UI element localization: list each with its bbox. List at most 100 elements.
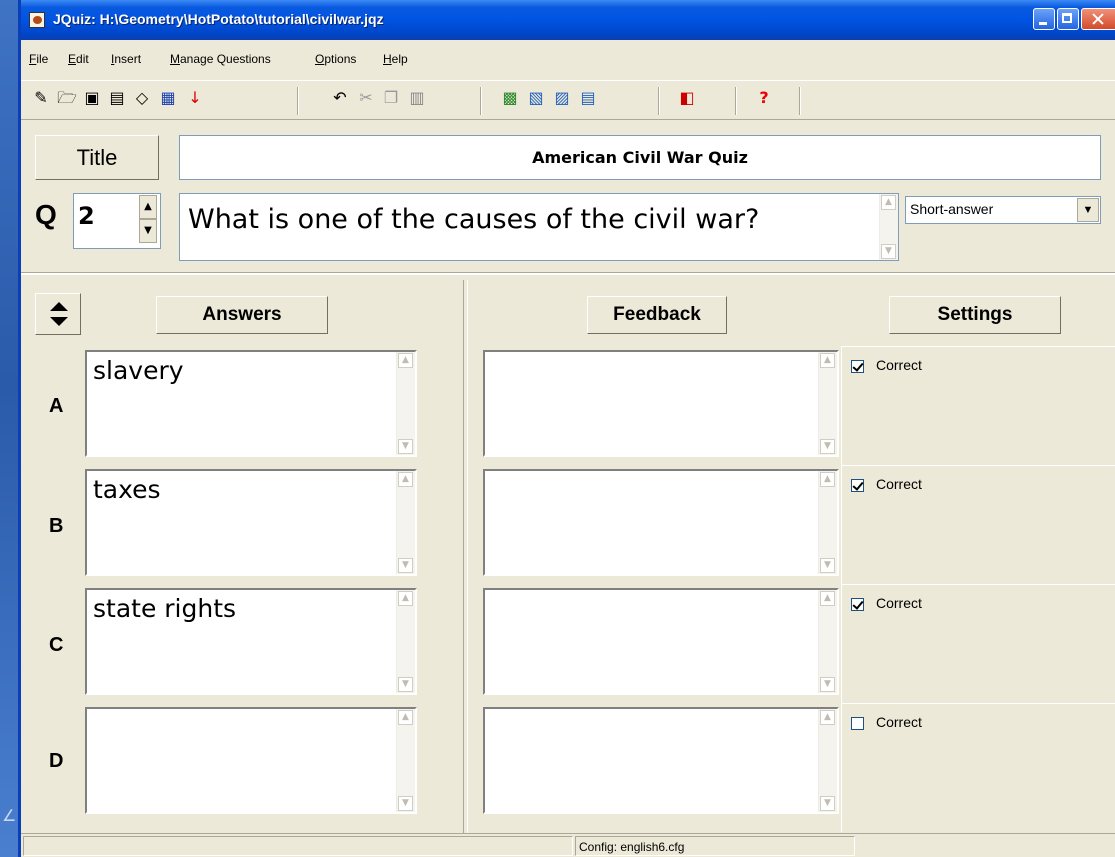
- tool-1-icon[interactable]: ▩: [499, 87, 521, 109]
- scroll-up-arrow-icon[interactable]: ▲: [820, 591, 835, 606]
- feedback-b-scrollbar[interactable]: ▲ ▼: [818, 471, 837, 574]
- tool-3-icon[interactable]: ▨: [551, 87, 573, 109]
- feedback-a-scrollbar[interactable]: ▲ ▼: [818, 352, 837, 455]
- menu-edit[interactable]: Edit: [68, 52, 89, 66]
- answer-c-field[interactable]: state rights ▲ ▼: [85, 588, 417, 695]
- tool-2-icon[interactable]: ▧: [525, 87, 547, 109]
- toolbar-separator: [480, 87, 482, 115]
- answer-b-field[interactable]: taxes ▲ ▼: [85, 469, 417, 576]
- title-bar[interactable]: JQuiz: H:\Geometry\HotPotato\tutorial\ci…: [21, 0, 1115, 40]
- new-file-icon[interactable]: ✎: [30, 87, 52, 109]
- answers-header-button[interactable]: Answers: [156, 296, 328, 334]
- question-text-field[interactable]: What is one of the causes of the civil w…: [179, 193, 899, 261]
- answer-label-c: C: [49, 634, 64, 656]
- chevron-down-icon[interactable]: ▼: [1077, 198, 1099, 222]
- answer-d-scrollbar[interactable]: ▲ ▼: [396, 709, 415, 812]
- scroll-up-arrow-icon[interactable]: ▲: [398, 472, 413, 487]
- undo-icon[interactable]: ↶: [329, 87, 351, 109]
- scroll-up-arrow-icon[interactable]: ▲: [398, 591, 413, 606]
- toolbar: ✎ 🗁 ▣ ▤ ◇ ▦ ↓ ↶ ✂ ❐ ▥ ▩ ▧ ▨ ▤ ◧ ?: [21, 80, 1115, 120]
- minimize-button[interactable]: [1033, 8, 1055, 30]
- scroll-up-arrow-icon[interactable]: ▲: [398, 353, 413, 368]
- question-label: Q: [35, 199, 57, 230]
- copy-icon[interactable]: ❐: [380, 87, 402, 109]
- menu-insert[interactable]: Insert: [111, 52, 141, 66]
- settings-header-button[interactable]: Settings: [889, 296, 1061, 334]
- spin-down-button[interactable]: ▼: [139, 219, 157, 243]
- question-scrollbar[interactable]: ▲ ▼: [879, 194, 898, 260]
- feedback-c-scrollbar[interactable]: ▲ ▼: [818, 590, 837, 693]
- feedback-c-field[interactable]: ▲ ▼: [483, 588, 839, 695]
- save-as-icon[interactable]: ▤: [106, 87, 128, 109]
- scroll-down-arrow-icon[interactable]: ▼: [820, 439, 835, 454]
- configure-icon[interactable]: ◧: [676, 87, 698, 109]
- reorder-answers-button[interactable]: [35, 293, 81, 335]
- scroll-down-arrow-icon[interactable]: ▼: [398, 677, 413, 692]
- menu-help[interactable]: Help: [383, 52, 408, 66]
- menu-manage-questions[interactable]: Manage Questions: [170, 52, 271, 66]
- toolbar-separator: [735, 87, 737, 115]
- feedback-b-field[interactable]: ▲ ▼: [483, 469, 839, 576]
- web-page-icon[interactable]: ▦: [157, 87, 179, 109]
- correct-b-checkbox[interactable]: [851, 479, 864, 492]
- answer-b-text: taxes: [93, 475, 161, 504]
- feedback-a-field[interactable]: ▲ ▼: [483, 350, 839, 457]
- scroll-down-arrow-icon[interactable]: ▼: [820, 796, 835, 811]
- spin-up-button[interactable]: ▲: [139, 195, 157, 219]
- help-icon[interactable]: ?: [753, 87, 775, 109]
- answer-c-text: state rights: [93, 594, 237, 623]
- answer-label-a: A: [49, 395, 64, 417]
- scroll-down-arrow-icon[interactable]: ▼: [881, 244, 896, 259]
- desktop-edge: ∠: [2, 806, 17, 825]
- menu-bar: File Edit Insert Manage Questions Option…: [21, 44, 1115, 74]
- feedback-d-field[interactable]: ▲ ▼: [483, 707, 839, 814]
- answer-a-field[interactable]: slavery ▲ ▼: [85, 350, 417, 457]
- answer-c-scrollbar[interactable]: ▲ ▼: [396, 590, 415, 693]
- menu-options[interactable]: Options: [315, 52, 356, 66]
- feedback-d-scrollbar[interactable]: ▲ ▼: [818, 709, 837, 812]
- correct-d-label[interactable]: Correct: [876, 714, 922, 730]
- quiz-title-input[interactable]: American Civil War Quiz: [179, 135, 1101, 180]
- scroll-down-arrow-icon[interactable]: ▼: [820, 677, 835, 692]
- answer-b-scrollbar[interactable]: ▲ ▼: [396, 471, 415, 574]
- open-folder-icon[interactable]: 🗁: [56, 87, 78, 109]
- export-arrow-icon[interactable]: ↓: [184, 87, 206, 109]
- status-config: Config: english6.cfg: [575, 836, 855, 856]
- status-left-cell: [23, 836, 573, 856]
- correct-a-label[interactable]: Correct: [876, 357, 922, 373]
- correct-a-checkbox[interactable]: [851, 360, 864, 373]
- save-icon[interactable]: ▣: [81, 87, 103, 109]
- toolbar-separator: [799, 87, 801, 115]
- answer-d-field[interactable]: ▲ ▼: [85, 707, 417, 814]
- eraser-icon[interactable]: ◇: [131, 87, 153, 109]
- menu-file[interactable]: File: [29, 52, 48, 66]
- answer-a-scrollbar[interactable]: ▲ ▼: [396, 352, 415, 455]
- question-type-select[interactable]: Short-answer ▼: [905, 196, 1101, 224]
- scroll-down-arrow-icon[interactable]: ▼: [398, 439, 413, 454]
- scroll-up-arrow-icon[interactable]: ▲: [881, 195, 896, 210]
- paste-icon[interactable]: ▥: [406, 87, 428, 109]
- maximize-button[interactable]: [1057, 8, 1079, 30]
- scroll-up-arrow-icon[interactable]: ▲: [820, 472, 835, 487]
- correct-b-label[interactable]: Correct: [876, 476, 922, 492]
- panel-splitter[interactable]: [463, 280, 468, 833]
- scroll-down-arrow-icon[interactable]: ▼: [398, 796, 413, 811]
- toolbar-separator: [297, 87, 299, 115]
- hotpotatoes-app-icon[interactable]: [29, 12, 45, 28]
- scroll-up-arrow-icon[interactable]: ▲: [820, 710, 835, 725]
- correct-c-checkbox[interactable]: [851, 598, 864, 611]
- question-text: What is one of the causes of the civil w…: [188, 204, 760, 235]
- feedback-header-button[interactable]: Feedback: [587, 296, 727, 334]
- scroll-up-arrow-icon[interactable]: ▲: [820, 353, 835, 368]
- cut-icon[interactable]: ✂: [355, 87, 377, 109]
- jquiz-window: JQuiz: H:\Geometry\HotPotato\tutorial\ci…: [18, 0, 1115, 857]
- correct-c-label[interactable]: Correct: [876, 595, 922, 611]
- scroll-down-arrow-icon[interactable]: ▼: [820, 558, 835, 573]
- close-button[interactable]: [1081, 8, 1115, 30]
- title-button[interactable]: Title: [35, 135, 159, 180]
- scroll-up-arrow-icon[interactable]: ▲: [398, 710, 413, 725]
- correct-d-checkbox[interactable]: [851, 717, 864, 730]
- scroll-down-arrow-icon[interactable]: ▼: [398, 558, 413, 573]
- tool-4-icon[interactable]: ▤: [577, 87, 599, 109]
- toolbar-separator: [658, 87, 660, 115]
